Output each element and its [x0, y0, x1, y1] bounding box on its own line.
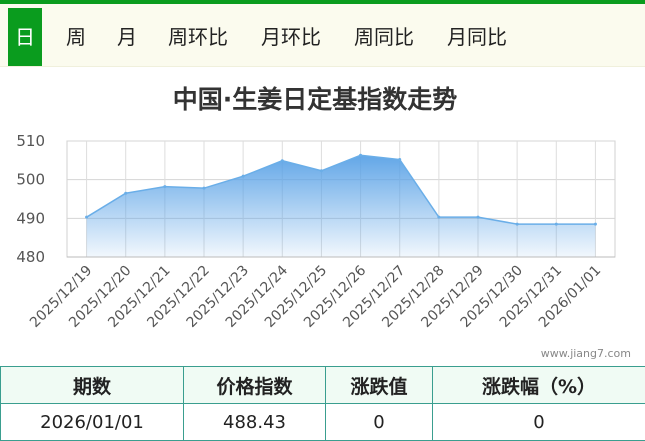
data-point [203, 187, 206, 190]
header-change-percent: 涨跌幅（%） [433, 367, 645, 404]
data-point [398, 158, 401, 161]
cell-change-percent: 0 [433, 404, 645, 441]
series-area [87, 155, 596, 257]
summary-header-row: 期数 价格指数 涨跌值 涨跌幅（%） [1, 367, 645, 404]
header-price-index: 价格指数 [184, 367, 326, 404]
summary-data-row: 2026/01/01 488.43 0 0 [1, 404, 645, 441]
index-area-chart: 4804905005102025/12/192025/12/202025/12/… [0, 0, 645, 366]
watermark: www.jiang7.com [541, 347, 631, 360]
data-point [281, 159, 284, 162]
summary-table: 期数 价格指数 涨跌值 涨跌幅（%） 2026/01/01 488.43 0 0 [0, 366, 645, 441]
cell-period: 2026/01/01 [1, 404, 184, 441]
data-point [477, 216, 480, 219]
y-tick-label: 490 [16, 209, 45, 227]
data-point [555, 223, 558, 226]
y-tick-label: 500 [16, 171, 45, 189]
data-point [359, 154, 362, 157]
data-point [594, 223, 597, 226]
cell-price-index: 488.43 [184, 404, 326, 441]
data-point [516, 223, 519, 226]
data-point [242, 175, 245, 178]
data-point [320, 169, 323, 172]
data-point [124, 192, 127, 195]
data-point [85, 216, 88, 219]
header-period: 期数 [1, 367, 184, 404]
data-point [437, 216, 440, 219]
data-point [163, 185, 166, 188]
y-tick-label: 510 [16, 132, 45, 150]
y-tick-label: 480 [16, 248, 45, 266]
header-change-value: 涨跌值 [326, 367, 433, 404]
cell-change-value: 0 [326, 404, 433, 441]
